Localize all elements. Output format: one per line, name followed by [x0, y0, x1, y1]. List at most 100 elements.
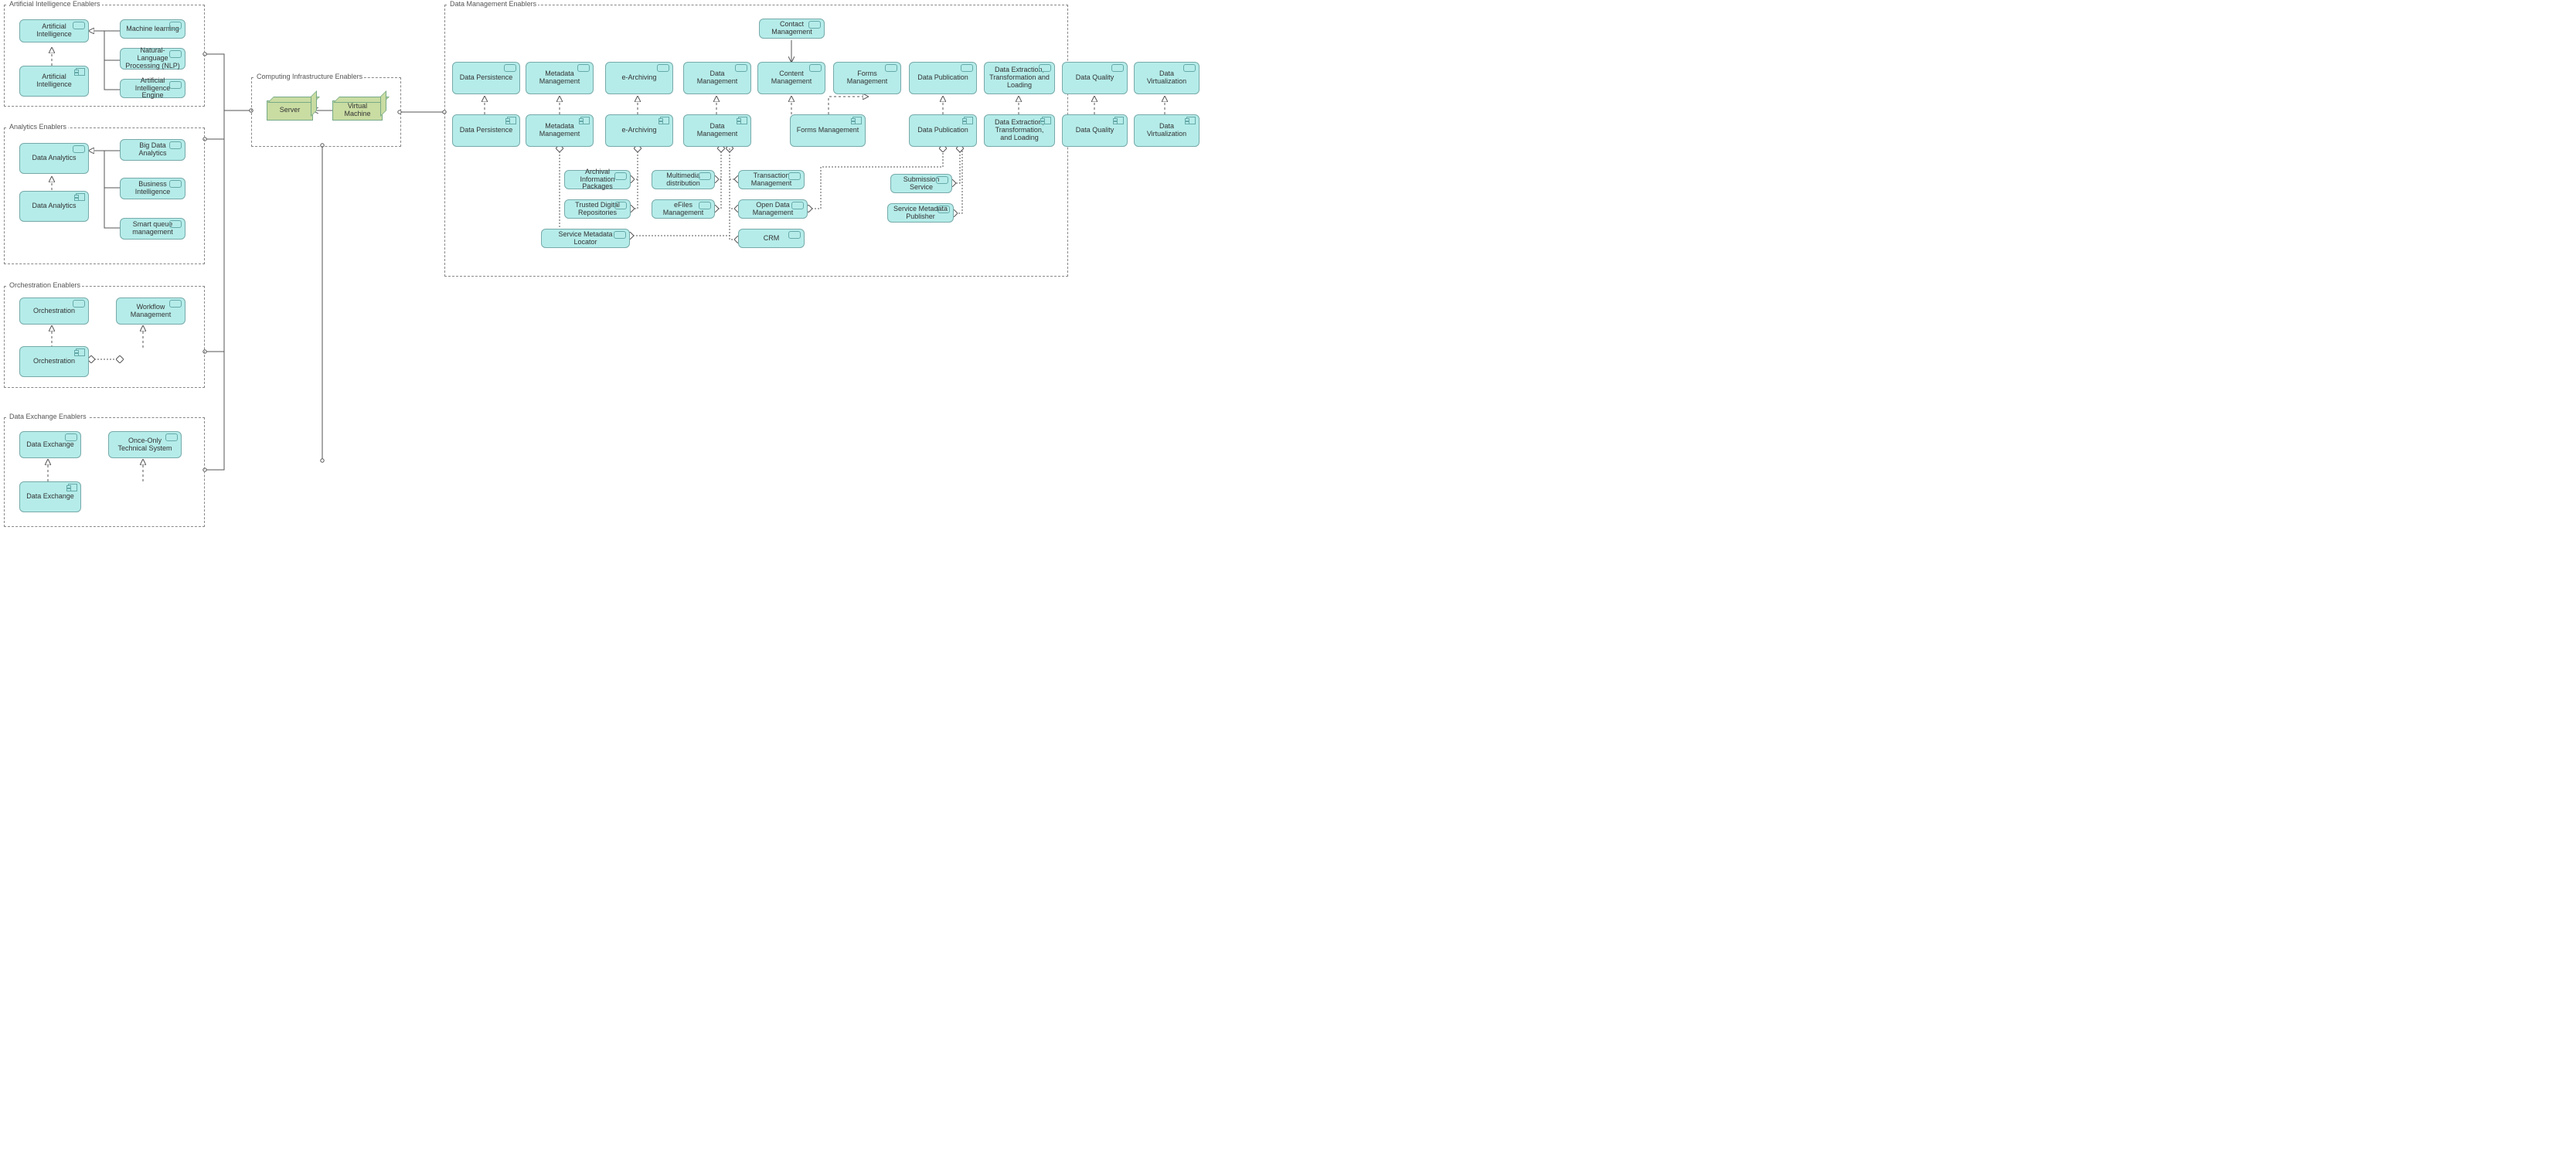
service-data-exchange[interactable]: Data Exchange: [19, 431, 81, 458]
service-icon: [614, 231, 626, 239]
component-data-persistence[interactable]: Data Persistence: [452, 114, 520, 147]
service-icon: [791, 202, 804, 209]
service-icon: [65, 433, 77, 441]
component-orchestration[interactable]: Orchestration: [19, 346, 89, 377]
service-open-data-management[interactable]: Open Data Management: [738, 199, 808, 219]
service-icon: [788, 231, 801, 239]
service-crm[interactable]: CRM: [738, 229, 805, 248]
service-big-data-analytics[interactable]: Big Data Analytics: [120, 139, 185, 161]
service-nlp[interactable]: Natural-Language Processing (NLP): [120, 48, 185, 70]
service-icon: [788, 172, 801, 180]
service-orchestration[interactable]: Orchestration: [19, 297, 89, 325]
service-icon: [1039, 64, 1051, 72]
group-title: Analytics Enablers: [8, 123, 68, 131]
component-data-exchange[interactable]: Data Exchange: [19, 481, 81, 512]
service-icon: [169, 180, 182, 188]
component-icon: [76, 193, 85, 201]
component-icon: [76, 68, 85, 76]
component-icon: [1042, 117, 1051, 124]
service-icon: [735, 64, 747, 72]
service-machine-learning[interactable]: Machine learning: [120, 19, 185, 39]
component-icon: [738, 117, 747, 124]
service-icon: [938, 206, 950, 213]
service-contact-management[interactable]: Contact Management: [759, 19, 825, 39]
service-icon: [809, 64, 822, 72]
service-icon: [1183, 64, 1196, 72]
service-icon: [73, 300, 85, 308]
service-icon: [169, 220, 182, 228]
component-metadata-management[interactable]: Metadata Management: [526, 114, 594, 147]
service-data-management[interactable]: Data Management: [683, 62, 751, 94]
service-archival-information-packages[interactable]: Archival Information Packages: [564, 170, 631, 189]
service-icon: [169, 22, 182, 29]
component-forms-management[interactable]: Forms Management: [790, 114, 866, 147]
service-data-quality[interactable]: Data Quality: [1062, 62, 1128, 94]
service-icon: [169, 141, 182, 149]
service-forms-management[interactable]: Forms Management: [833, 62, 901, 94]
service-workflow-management[interactable]: Workflow Management: [116, 297, 185, 325]
component-icon: [580, 117, 590, 124]
service-data-publication[interactable]: Data Publication: [909, 62, 977, 94]
component-data-publication[interactable]: Data Publication: [909, 114, 977, 147]
component-icon: [76, 348, 85, 356]
group-title: Orchestration Enablers: [8, 281, 82, 289]
group-title: Artificial Intelligence Enablers: [8, 0, 102, 8]
service-icon: [885, 64, 897, 72]
service-icon: [699, 202, 711, 209]
component-data-analytics[interactable]: Data Analytics: [19, 191, 89, 222]
service-icon: [699, 172, 711, 180]
service-multimedia-distribution[interactable]: Multimedia distribution: [652, 170, 715, 189]
service-ai-engine[interactable]: Artificial Intelligence Engine: [120, 79, 185, 98]
service-data-analytics[interactable]: Data Analytics: [19, 143, 89, 174]
service-icon: [657, 64, 669, 72]
service-once-only-technical-system[interactable]: Once-Only Technical System: [108, 431, 182, 458]
component-data-quality[interactable]: Data Quality: [1062, 114, 1128, 147]
component-data-etl[interactable]: Data Extraction, Transformation, and Loa…: [984, 114, 1055, 147]
component-e-archiving[interactable]: e-Archiving: [605, 114, 673, 147]
service-icon: [577, 64, 590, 72]
service-content-management[interactable]: Content Management: [757, 62, 825, 94]
service-icon: [504, 64, 516, 72]
service-artificial-intelligence[interactable]: Artificial Intelligence: [19, 19, 89, 42]
group-title: Data Management Enablers: [448, 0, 538, 8]
service-icon: [614, 202, 627, 209]
service-submission-service[interactable]: Submission Service: [890, 174, 952, 193]
component-icon: [68, 484, 77, 491]
component-artificial-intelligence[interactable]: Artificial Intelligence: [19, 66, 89, 97]
component-data-virtualization[interactable]: Data Virtualization: [1134, 114, 1200, 147]
service-service-metadata-locator[interactable]: Service Metadata Locator: [541, 229, 630, 248]
service-efiles-management[interactable]: eFiles Management: [652, 199, 715, 219]
service-icon: [73, 22, 85, 29]
component-icon: [964, 117, 973, 124]
service-data-etl[interactable]: Data Extraction, Transformation and Load…: [984, 62, 1055, 94]
service-business-intelligence[interactable]: Business Intelligence: [120, 178, 185, 199]
component-icon: [852, 117, 862, 124]
component-icon: [660, 117, 669, 124]
node-virtual-machine[interactable]: Virtual Machine: [332, 100, 383, 121]
component-icon: [1114, 117, 1124, 124]
group-title: Computing Infrastructure Enablers: [255, 73, 364, 80]
service-data-persistence[interactable]: Data Persistence: [452, 62, 520, 94]
diagram-canvas: Artificial Intelligence Enablers Artific…: [0, 0, 1212, 556]
service-icon: [73, 145, 85, 153]
service-icon: [936, 176, 948, 184]
service-service-metadata-publisher[interactable]: Service Metadata Publisher: [887, 203, 954, 223]
service-data-virtualization[interactable]: Data Virtualization: [1134, 62, 1200, 94]
service-icon: [1111, 64, 1124, 72]
component-data-management[interactable]: Data Management: [683, 114, 751, 147]
service-icon: [961, 64, 973, 72]
service-metadata-management[interactable]: Metadata Management: [526, 62, 594, 94]
component-icon: [507, 117, 516, 124]
service-icon: [169, 50, 182, 58]
service-icon: [808, 21, 821, 29]
service-smart-queue-management[interactable]: Smart queue management: [120, 218, 185, 240]
component-icon: [1186, 117, 1196, 124]
service-icon: [165, 433, 178, 441]
group-title: Data Exchange Enablers: [8, 413, 88, 420]
service-trusted-digital-repositories[interactable]: Trusted Digital Repositories: [564, 199, 631, 219]
service-icon: [169, 300, 182, 308]
service-e-archiving[interactable]: e-Archiving: [605, 62, 673, 94]
service-icon: [614, 172, 627, 180]
service-transaction-management[interactable]: Transaction Management: [738, 170, 805, 189]
node-server[interactable]: Server: [267, 100, 313, 121]
